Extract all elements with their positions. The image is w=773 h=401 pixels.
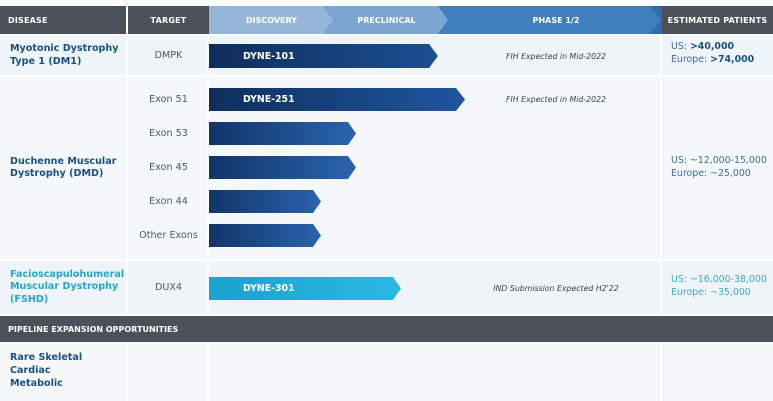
program-dyne-101: DYNE-101 — [243, 50, 295, 62]
bar-dyne-301-shape — [209, 277, 401, 300]
patients-dmd: US: ~12,000-15,000 Europe: ~25,000 — [662, 155, 773, 185]
col-divider — [207, 36, 209, 314]
col-divider — [660, 344, 662, 401]
bar-other-exons-shape — [209, 224, 321, 247]
target-other-exons: Other Exons — [139, 229, 198, 241]
bar-exon-53-shape — [209, 122, 356, 145]
header-phase: PHASE 1/2 — [532, 15, 580, 25]
header-discovery: DISCOVERY — [245, 15, 297, 25]
bar-exon-44-shape — [209, 190, 321, 213]
disease-dmd: Duchenne Muscular Dystrophy (DMD) — [0, 77, 126, 259]
patients-dm1-eu-label: Europe: — [671, 53, 711, 65]
header-preclinical: PRECLINICAL — [357, 15, 416, 25]
note-fshd: IND Submission Expected H2'22 — [493, 284, 619, 293]
disease-dm1: Myotonic Dystrophy Type 1 (DM1) — [0, 36, 126, 75]
patients-fshd-eu: Europe: ~35,000 — [671, 286, 751, 298]
target-exon-51: Exon 51 — [149, 93, 188, 105]
patients-dm1: US: >40,000 Europe: >74,000 — [662, 41, 773, 71]
disease-fshd-line3: (FSHD) — [10, 293, 49, 305]
patients-fshd-us: US: ~16,000-38,000 — [671, 274, 767, 285]
disease-dm1-line1: Myotonic Dystrophy — [10, 43, 119, 54]
target-dmpk: DMPK — [154, 50, 183, 61]
col-divider — [660, 36, 662, 314]
target-exon-45: Exon 45 — [149, 161, 188, 173]
patients-dmd-us: US: ~12,000-15,000 — [671, 155, 767, 166]
expansion-list: Rare Skeletal Cardiac Metabolic — [0, 351, 126, 396]
disease-fshd-line1: Facioscapulohumeral — [10, 268, 125, 280]
target-exon-53: Exon 53 — [149, 127, 188, 139]
patients-fshd: US: ~16,000-38,000 Europe: ~35,000 — [662, 274, 773, 304]
note-dm1: FIH Expected in Mid-2022 — [505, 51, 607, 61]
disease-fshd-line2: Muscular Dystrophy — [10, 281, 119, 293]
target-dux4: DUX4 — [154, 282, 183, 293]
target-exon-44: Exon 44 — [149, 195, 188, 207]
bar-exon-45-shape — [209, 156, 356, 179]
col-divider — [207, 344, 209, 401]
expansion-item: Cardiac — [10, 365, 51, 376]
disease-fshd: Facioscapulohumeral Muscular Dystrophy (… — [0, 261, 126, 314]
expansion-item: Metabolic — [10, 378, 63, 389]
program-dyne-251: DYNE-251 — [243, 94, 295, 105]
col-divider — [126, 36, 128, 314]
header-estimated-patients: ESTIMATED PATIENTS — [662, 6, 773, 34]
patients-dm1-eu: >74,000 — [710, 53, 755, 65]
patients-dmd-eu: Europe: ~25,000 — [671, 167, 751, 179]
disease-dmd-line1: Duchenne Muscular — [10, 155, 117, 167]
disease-dm1-line2: Type 1 (DM1) — [10, 55, 82, 67]
note-dmd: FIH Expected in Mid-2022 — [505, 95, 607, 104]
col-divider — [126, 344, 128, 401]
disease-dmd-line2: Dystrophy (DMD) — [10, 168, 104, 179]
header-target: TARGET — [128, 6, 209, 34]
header-disease: DISEASE — [0, 6, 126, 34]
expansion-header: PIPELINE EXPANSION OPPORTUNITIES — [0, 316, 773, 342]
expansion-item: Rare Skeletal — [10, 352, 83, 363]
program-dyne-301: DYNE-301 — [243, 283, 295, 294]
patients-dm1-us: >40,000 — [689, 41, 734, 52]
patients-dm1-us-label: US: — [671, 41, 690, 52]
